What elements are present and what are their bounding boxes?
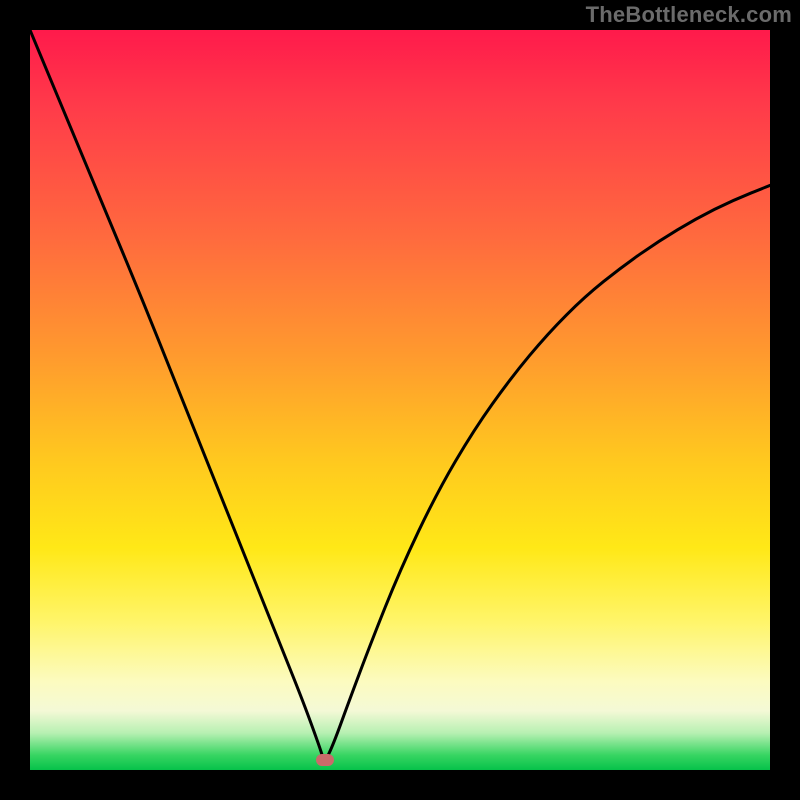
chart-frame: TheBottleneck.com [0,0,800,800]
bottleneck-curve-path [30,30,770,758]
watermark-text: TheBottleneck.com [586,2,792,28]
curve-svg [30,30,770,770]
plot-area [30,30,770,770]
min-point-marker [316,754,334,766]
